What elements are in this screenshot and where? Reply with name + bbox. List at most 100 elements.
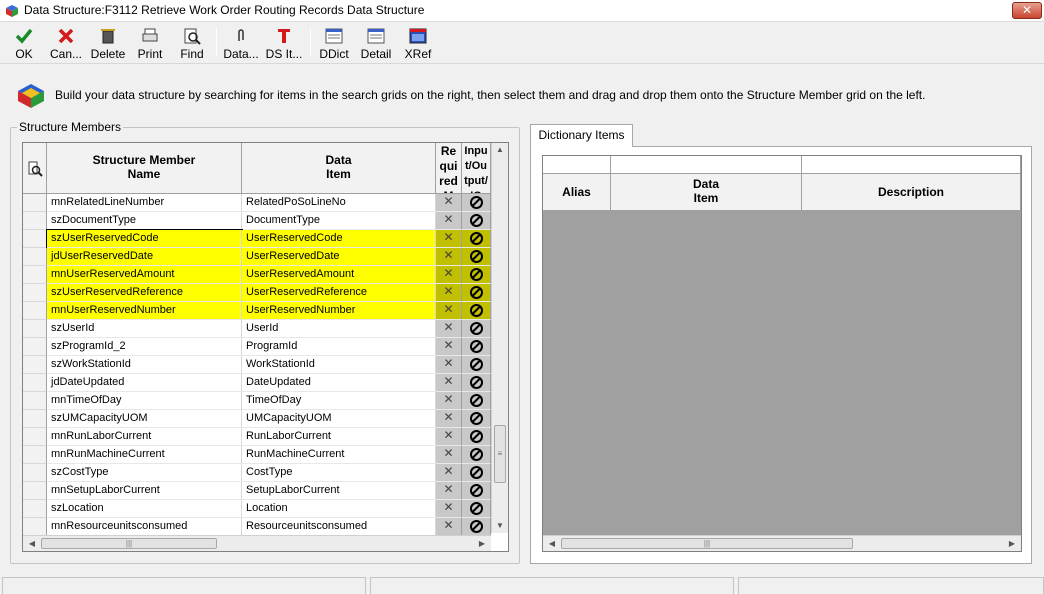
required-cell[interactable]: ✕ <box>436 500 462 518</box>
grid-filter-cell[interactable] <box>543 156 611 174</box>
table-row[interactable]: mnTimeOfDay TimeOfDay ✕ <box>23 392 491 410</box>
required-cell[interactable]: ✕ <box>436 482 462 500</box>
row-selector[interactable] <box>23 338 47 356</box>
row-selector[interactable] <box>23 284 47 302</box>
find-icon[interactable] <box>27 161 43 177</box>
io-cell[interactable] <box>462 518 491 536</box>
column-header-required[interactable]: Re qui red M <box>436 143 462 194</box>
scroll-thumb[interactable]: ||| <box>561 538 853 549</box>
row-selector[interactable] <box>23 248 47 266</box>
member-name-cell[interactable]: szWorkStationId <box>47 356 242 374</box>
table-row[interactable]: jdUserReservedDate UserReservedDate ✕ <box>23 248 491 266</box>
tab-dictionary-items[interactable]: Dictionary Items <box>530 124 633 147</box>
io-cell[interactable] <box>462 338 491 356</box>
io-cell[interactable] <box>462 464 491 482</box>
data-item-cell[interactable]: UserReservedCode <box>242 230 436 248</box>
data-item-cell[interactable]: SetupLaborCurrent <box>242 482 436 500</box>
table-row[interactable]: mnResourceunitsconsumed Resourceunitscons… <box>23 518 491 536</box>
row-selector[interactable] <box>23 230 47 248</box>
io-cell[interactable] <box>462 482 491 500</box>
grid-filter-cell[interactable] <box>802 156 1021 174</box>
data-item-cell[interactable]: RelatedPoSoLineNo <box>242 194 436 212</box>
required-cell[interactable]: ✕ <box>436 518 462 536</box>
cancel-button[interactable]: Can... <box>46 24 86 62</box>
column-header-description[interactable]: Description <box>802 174 1021 211</box>
member-name-cell[interactable]: szUserReservedCode <box>46 229 243 249</box>
column-header-data-item[interactable]: Data Item <box>611 174 802 211</box>
table-row[interactable]: szUMCapacityUOM UMCapacityUOM ✕ <box>23 410 491 428</box>
io-cell[interactable] <box>462 302 491 320</box>
scroll-up-icon[interactable]: ▲ <box>493 145 507 154</box>
required-cell[interactable]: ✕ <box>436 230 462 248</box>
data-item-cell[interactable]: DateUpdated <box>242 374 436 392</box>
io-cell[interactable] <box>462 374 491 392</box>
data-item-cell[interactable]: CostType <box>242 464 436 482</box>
member-name-cell[interactable]: jdDateUpdated <box>47 374 242 392</box>
io-cell[interactable] <box>462 428 491 446</box>
table-row[interactable]: mnRelatedLineNumber RelatedPoSoLineNo ✕ <box>23 194 491 212</box>
detail-button[interactable]: Detail <box>356 24 396 62</box>
member-name-cell[interactable]: mnRunMachineCurrent <box>47 446 242 464</box>
required-cell[interactable]: ✕ <box>436 302 462 320</box>
xref-button[interactable]: XRef <box>400 24 436 62</box>
io-cell[interactable] <box>462 284 491 302</box>
member-name-cell[interactable]: szDocumentType <box>47 212 242 230</box>
dictionary-items-grid[interactable]: Alias Data Item Description ◀ ||| ▶ <box>542 155 1022 552</box>
member-name-cell[interactable]: mnRelatedLineNumber <box>47 194 242 212</box>
find-button[interactable]: Find <box>174 24 210 62</box>
print-button[interactable]: Print <box>132 24 168 62</box>
io-cell[interactable] <box>462 410 491 428</box>
data-item-cell[interactable]: WorkStationId <box>242 356 436 374</box>
row-selector[interactable] <box>23 446 47 464</box>
required-cell[interactable]: ✕ <box>436 194 462 212</box>
row-selector[interactable] <box>23 464 47 482</box>
data-item-cell[interactable]: ProgramId <box>242 338 436 356</box>
column-header-io[interactable]: Inpu t/Ou tput/ IO <box>462 143 491 194</box>
required-cell[interactable]: ✕ <box>436 212 462 230</box>
table-row[interactable]: mnRunMachineCurrent RunMachineCurrent ✕ <box>23 446 491 464</box>
member-name-cell[interactable]: mnResourceunitsconsumed <box>47 518 242 536</box>
scroll-down-icon[interactable]: ▼ <box>493 521 507 530</box>
data-item-cell[interactable]: UserReservedNumber <box>242 302 436 320</box>
required-cell[interactable]: ✕ <box>436 428 462 446</box>
table-row[interactable]: szUserReservedReference UserReservedRefer… <box>23 284 491 302</box>
io-cell[interactable] <box>462 500 491 518</box>
io-cell[interactable] <box>462 446 491 464</box>
column-header-data-item[interactable]: Data Item <box>242 143 436 194</box>
member-name-cell[interactable]: mnRunLaborCurrent <box>47 428 242 446</box>
member-name-cell[interactable]: mnUserReservedNumber <box>47 302 242 320</box>
data-item-cell[interactable]: Resourceunitsconsumed <box>242 518 436 536</box>
row-selector[interactable] <box>23 518 47 536</box>
data-item-cell[interactable]: UMCapacityUOM <box>242 410 436 428</box>
row-selector[interactable] <box>23 482 47 500</box>
io-cell[interactable] <box>462 266 491 284</box>
io-cell[interactable] <box>462 356 491 374</box>
scroll-right-icon[interactable]: ▶ <box>475 539 489 548</box>
io-cell[interactable] <box>462 320 491 338</box>
io-cell[interactable] <box>462 230 491 248</box>
required-cell[interactable]: ✕ <box>436 320 462 338</box>
data-item-cell[interactable]: RunMachineCurrent <box>242 446 436 464</box>
member-name-cell[interactable]: szLocation <box>47 500 242 518</box>
data-item-cell[interactable]: UserReservedAmount <box>242 266 436 284</box>
scroll-left-icon[interactable]: ◀ <box>25 539 39 548</box>
row-selector[interactable] <box>23 194 47 212</box>
row-selector[interactable] <box>23 410 47 428</box>
ok-button[interactable]: OK <box>8 24 40 62</box>
row-selector[interactable] <box>23 374 47 392</box>
structure-members-grid[interactable]: Structure Member Name Data Item Re qui r… <box>22 142 509 552</box>
table-row[interactable]: szUserId UserId ✕ <box>23 320 491 338</box>
required-cell[interactable]: ✕ <box>436 410 462 428</box>
member-name-cell[interactable]: szUMCapacityUOM <box>47 410 242 428</box>
member-name-cell[interactable]: szCostType <box>47 464 242 482</box>
member-name-cell[interactable]: mnSetupLaborCurrent <box>47 482 242 500</box>
horizontal-scrollbar[interactable]: ◀ ||| ▶ <box>543 535 1021 551</box>
scroll-right-icon[interactable]: ▶ <box>1005 539 1019 548</box>
io-cell[interactable] <box>462 392 491 410</box>
member-name-cell[interactable]: szUserId <box>47 320 242 338</box>
table-row[interactable]: szUserReservedCode UserReservedCode ✕ <box>23 229 491 249</box>
io-cell[interactable] <box>462 248 491 266</box>
row-selector[interactable] <box>23 320 47 338</box>
delete-button[interactable]: Delete <box>88 24 128 62</box>
row-selector[interactable] <box>23 428 47 446</box>
